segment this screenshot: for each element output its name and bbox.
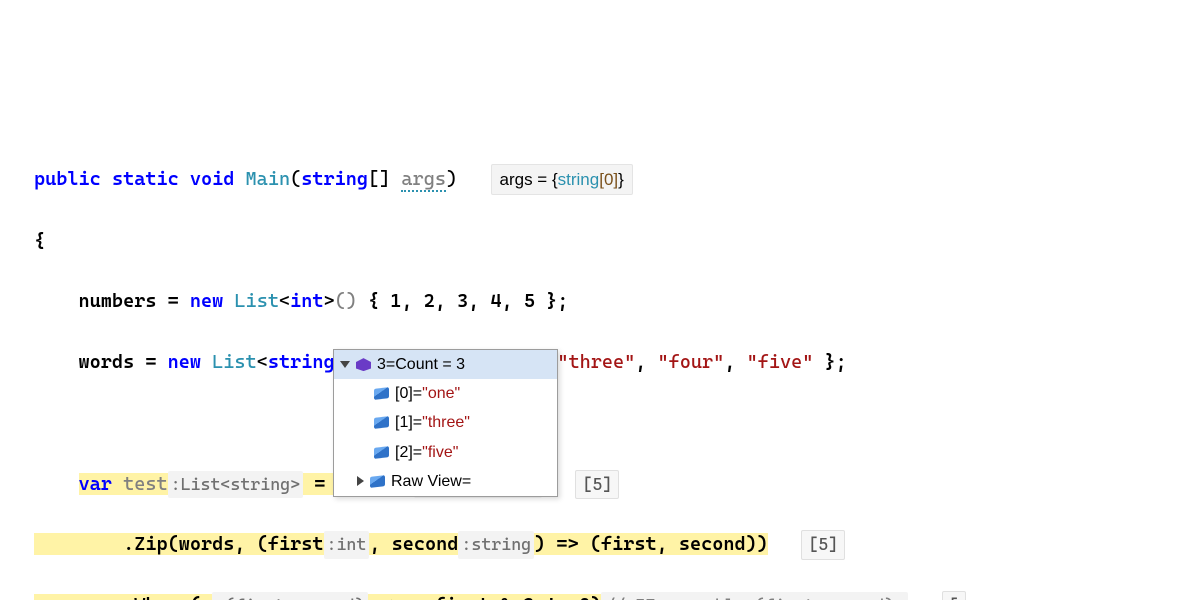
collapse-triangle-icon[interactable] bbox=[340, 361, 350, 368]
object-icon bbox=[356, 358, 371, 371]
brace: { bbox=[34, 230, 45, 252]
popup-rawview-row[interactable]: Raw View= bbox=[334, 467, 557, 496]
type-hint-test[interactable]: :List<string> bbox=[168, 471, 304, 498]
method-main: Main bbox=[246, 168, 291, 190]
popup-item-val: "three" bbox=[422, 414, 470, 431]
kw-var: var bbox=[79, 473, 112, 495]
blank-line bbox=[34, 408, 1194, 438]
kw-static: static bbox=[112, 168, 179, 190]
popup-item-row[interactable]: [2]="five" bbox=[334, 438, 557, 467]
field-icon bbox=[374, 446, 389, 459]
popup-head-left: 3= bbox=[377, 356, 395, 373]
type-hint-int[interactable]: :int bbox=[324, 531, 370, 558]
kw-string: string bbox=[268, 351, 335, 373]
code-line-7: .Zip(words, (first:int, second:string) =… bbox=[34, 529, 1194, 559]
code-line-8: .Where(q:(first,second) => q.first % 2 !… bbox=[34, 590, 1194, 600]
code-line-1: public static void Main(string[] args) a… bbox=[34, 164, 1194, 195]
id-words: words bbox=[79, 351, 135, 373]
count-badge[interactable]: [ bbox=[942, 591, 966, 600]
type-hint-string[interactable]: :string bbox=[458, 531, 534, 558]
code-line-4: words = new List<string>() { "one", "two… bbox=[34, 347, 1194, 377]
id-test: test bbox=[123, 473, 168, 495]
type-list: List bbox=[234, 290, 279, 312]
popup-header-row[interactable]: 3=Count = 3 bbox=[334, 350, 557, 379]
kw-public: public bbox=[34, 168, 101, 190]
init-numbers: { 1, 2, 3, 4, 5 }; bbox=[357, 290, 569, 312]
code-line-3: numbers = new List<int>() { 1, 2, 3, 4, … bbox=[34, 286, 1194, 316]
kw-new: new bbox=[168, 351, 201, 373]
type-list: List bbox=[212, 351, 257, 373]
popup-item-row[interactable]: [1]="three" bbox=[334, 408, 557, 437]
popup-item-val: "five" bbox=[422, 444, 458, 461]
punct: ( bbox=[290, 168, 301, 190]
count-badge[interactable]: [5] bbox=[575, 470, 619, 499]
expand-triangle-icon[interactable] bbox=[357, 476, 364, 486]
count-badge[interactable]: [5] bbox=[801, 530, 845, 559]
kw-int: int bbox=[290, 290, 323, 312]
popup-item-val: "one" bbox=[422, 385, 460, 402]
method-zip: Zip bbox=[134, 533, 167, 555]
popup-head-right: Count = 3 bbox=[395, 356, 465, 373]
debug-hint-where[interactable]: // IEnumerable<(first,second)> bbox=[601, 592, 908, 600]
code-line-2: { bbox=[34, 226, 1194, 256]
kw-void: void bbox=[190, 168, 235, 190]
type-hint-tuple[interactable]: :(first,second) bbox=[212, 592, 367, 600]
popup-item-key: [2]= bbox=[395, 444, 422, 461]
code-editor[interactable]: public static void Main(string[] args) a… bbox=[34, 134, 1194, 600]
code-line-6: var test:List<string> = numbers// List<i… bbox=[34, 469, 1194, 499]
kw-string: string bbox=[301, 168, 368, 190]
field-icon bbox=[374, 417, 389, 430]
punct: ) bbox=[446, 168, 457, 190]
debug-hint-args[interactable]: args = {string[0]} bbox=[491, 164, 633, 195]
popup-item-key: [1]= bbox=[395, 414, 422, 431]
popup-rawview-label: Raw View= bbox=[391, 470, 471, 493]
popup-item-row[interactable]: [0]="one" bbox=[334, 379, 557, 408]
popup-item-key: [0]= bbox=[395, 385, 422, 402]
field-icon bbox=[374, 387, 389, 400]
punct: [] bbox=[368, 168, 390, 190]
debugger-popup[interactable]: 3=Count = 3 [0]="one" [1]="three" [2]="f… bbox=[333, 349, 558, 497]
param-args: args bbox=[401, 168, 446, 192]
kw-new: new bbox=[190, 290, 223, 312]
id-numbers: numbers bbox=[79, 290, 157, 312]
method-where: Where bbox=[134, 594, 190, 600]
field-icon bbox=[370, 475, 385, 488]
